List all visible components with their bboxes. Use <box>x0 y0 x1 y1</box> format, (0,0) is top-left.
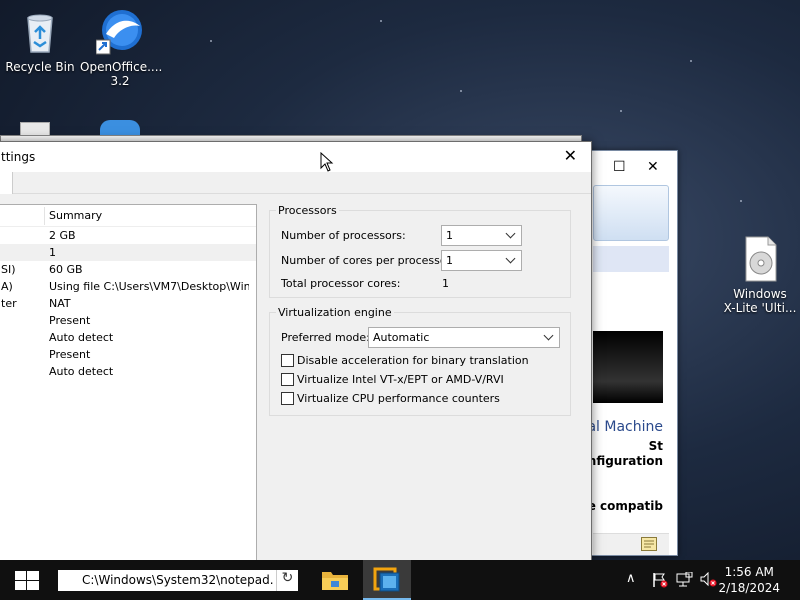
clock-time: 1:56 AM <box>724 565 774 579</box>
device-row-hard-disk[interactable]: SI) 60 GB <box>0 261 256 278</box>
device-list-header: Summary <box>0 205 256 227</box>
preferred-mode-select[interactable]: Automatic <box>368 327 560 348</box>
device-list[interactable]: Summary 2 GB 1 SI) 60 GB A) Using file C:\… <box>0 204 257 562</box>
chevron-down-icon <box>507 230 515 238</box>
status-note-icon[interactable] <box>641 537 657 551</box>
device-row-network-adapter[interactable]: ter NAT <box>0 295 256 312</box>
total-cores-value: 1 <box>442 277 449 290</box>
windows-logo-icon <box>15 571 39 590</box>
recycle-bin-icon <box>16 8 64 56</box>
virtual-machine-text: al Machine <box>587 419 663 435</box>
virtualization-legend: Virtualization engine <box>276 306 394 319</box>
virtualization-engine-group: Virtualization engine Preferred mode: Au… <box>269 306 571 416</box>
summary-column-header[interactable]: Summary <box>49 209 102 222</box>
dialog-titlebar[interactable]: ttings ✕ <box>0 142 591 172</box>
system-clock[interactable]: 1:56 AM 2/18/2024 <box>718 564 780 596</box>
processors-group: Processors Number of processors: 1 Numbe… <box>269 204 571 298</box>
system-tray: ∧ <box>620 560 720 600</box>
refresh-icon[interactable]: ↻ <box>276 570 298 591</box>
cores-per-processor-label: Number of cores per processor: <box>281 254 455 267</box>
column-separator[interactable] <box>44 207 45 225</box>
back-window-strip <box>593 246 669 272</box>
openoffice-label-version: 3.2 <box>110 74 130 88</box>
checkbox-box[interactable] <box>281 373 294 386</box>
recycle-bin-desktop-icon[interactable]: Recycle Bin <box>0 8 80 74</box>
openoffice-icon <box>95 8 144 56</box>
start-button[interactable] <box>0 560 52 600</box>
back-window-statusbar <box>593 533 669 555</box>
chevron-down-icon <box>545 332 553 340</box>
address-toolbar-input[interactable]: C:\Windows\System32\notepad. <box>58 570 276 591</box>
cores-per-processor-select[interactable]: 1 <box>441 250 522 271</box>
partial-desktop-icon-1 <box>20 122 50 136</box>
vmware-workstation-icon <box>373 567 400 592</box>
tab-hardware[interactable] <box>0 172 13 194</box>
device-row-display[interactable]: Auto detect <box>0 363 256 380</box>
folder-icon <box>322 572 348 590</box>
device-row-printer[interactable]: Present <box>0 346 256 363</box>
total-cores-label: Total processor cores: <box>281 277 401 290</box>
back-window-banner <box>593 185 669 241</box>
maximize-button[interactable]: ☐ <box>613 159 626 175</box>
partial-desktop-icon-2 <box>100 120 140 136</box>
chevron-up-icon[interactable]: ∧ <box>626 571 636 586</box>
vmware-taskbar-button[interactable] <box>363 560 411 600</box>
chevron-down-icon <box>507 255 515 263</box>
dialog-body: Summary 2 GB 1 SI) 60 GB A) Using file C:\… <box>0 194 591 562</box>
processors-legend: Processors <box>276 204 339 217</box>
network-icon[interactable] <box>676 572 694 588</box>
xlite-iso-label-2: X-Lite 'Ulti... <box>723 301 797 315</box>
back-window-s-text: St <box>648 439 663 453</box>
taskbar: C:\Windows\System32\notepad. ↻ ∧ 1:56 AM… <box>0 560 800 600</box>
num-processors-select[interactable]: 1 <box>441 225 522 246</box>
vm-settings-dialog: ttings ✕ Summary 2 GB 1 SI) 60 GB A) Using… <box>0 141 592 562</box>
checkbox-box[interactable] <box>281 392 294 405</box>
dialog-title: ttings <box>1 150 36 164</box>
back-window-close-button[interactable]: ✕ <box>647 159 659 175</box>
recycle-bin-label: Recycle Bin <box>5 60 75 74</box>
dialog-close-button[interactable]: ✕ <box>564 146 577 165</box>
file-explorer-taskbar-button[interactable] <box>311 560 359 600</box>
openoffice-label: OpenOffice.... <box>80 60 163 74</box>
num-processors-label: Number of processors: <box>281 229 406 242</box>
disc-image-icon <box>736 235 784 283</box>
preferred-mode-label: Preferred mode: <box>281 331 370 344</box>
device-row-usb[interactable]: Present <box>0 312 256 329</box>
xlite-iso-desktop-icon[interactable]: Windows X-Lite 'Ulti... <box>720 235 800 315</box>
device-row-sound[interactable]: Auto detect <box>0 329 256 346</box>
flag-alert-icon[interactable] <box>652 572 668 588</box>
mouse-cursor-icon <box>320 152 334 172</box>
openoffice-desktop-icon[interactable]: OpenOffice.... 3.2 <box>80 8 163 88</box>
device-row-processors[interactable]: 1 <box>0 244 256 261</box>
back-window-preview <box>593 331 663 403</box>
dialog-tabbar <box>0 172 591 194</box>
device-row-cd-dvd[interactable]: A) Using file C:\Users\VM7\Desktop\Wind..… <box>0 278 256 295</box>
device-row-memory[interactable]: 2 GB <box>0 227 256 244</box>
clock-date: 2/18/2024 <box>718 581 780 595</box>
volume-muted-icon[interactable] <box>700 572 718 588</box>
xlite-iso-label: Windows <box>733 287 787 301</box>
checkbox-box[interactable] <box>281 354 294 367</box>
